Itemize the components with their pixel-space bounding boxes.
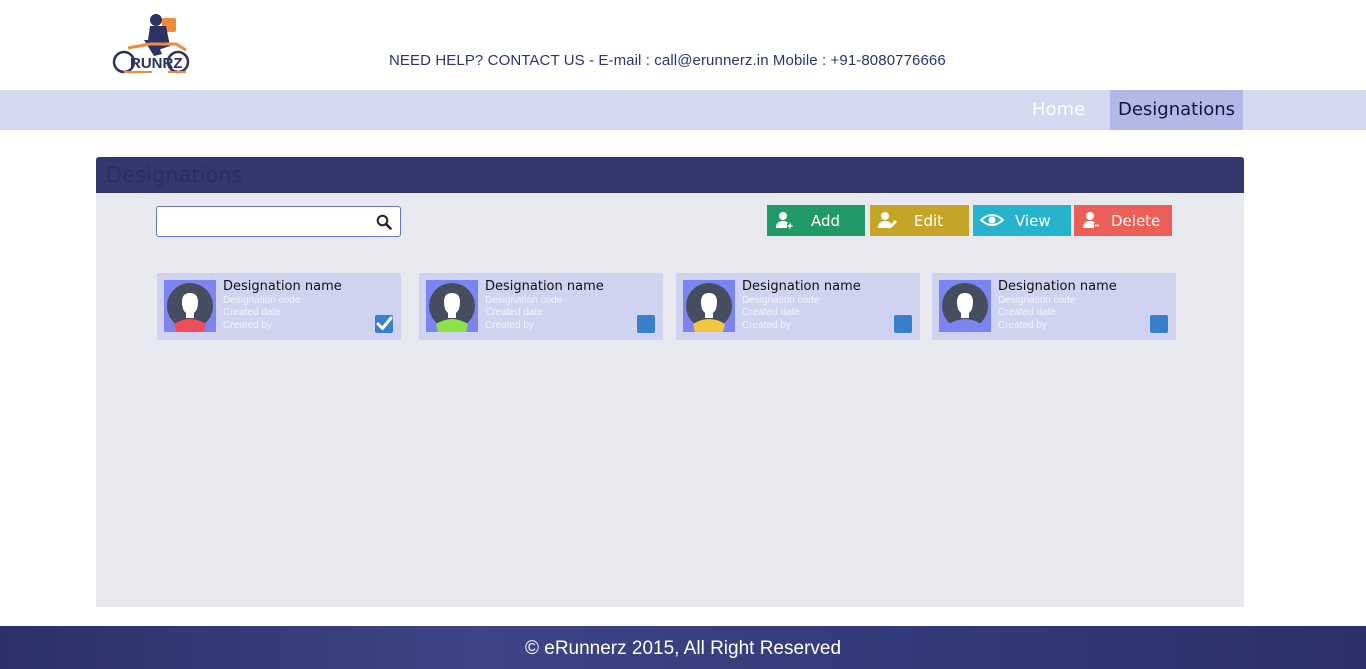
- search-icon[interactable]: [376, 214, 392, 230]
- main-nav: Home Designations: [0, 90, 1366, 130]
- card-code: Designation code: [223, 295, 301, 306]
- designations-panel: Designations Add Edit View Delete Design…: [96, 157, 1244, 607]
- card-name: Designation name: [223, 279, 342, 294]
- eye-icon: [980, 214, 1004, 226]
- panel-title: Designations: [106, 163, 243, 187]
- designation-card[interactable]: Designation name Designation code Create…: [157, 273, 401, 340]
- delete-button[interactable]: Delete: [1074, 205, 1172, 236]
- card-code: Designation code: [485, 295, 563, 306]
- card-checkbox[interactable]: [375, 315, 393, 333]
- edit-button-label: Edit: [914, 212, 944, 230]
- card-created-date: Created date: [223, 307, 281, 318]
- card-created-date: Created date: [998, 307, 1056, 318]
- erunnerz-logo[interactable]: RUNRZ: [110, 10, 210, 76]
- help-contact-text: NEED HELP? CONTACT US - E-mail : call@er…: [389, 52, 946, 69]
- delete-button-label: Delete: [1111, 212, 1161, 230]
- panel-header: Designations: [96, 157, 1244, 193]
- card-name: Designation name: [485, 279, 604, 294]
- avatar: [939, 280, 991, 332]
- view-button-label: View: [1015, 212, 1051, 230]
- search-input[interactable]: [163, 211, 363, 233]
- edit-user-icon: [878, 212, 897, 229]
- logo-text: RUNRZ: [130, 55, 183, 72]
- card-created-by: Created by: [223, 320, 272, 331]
- search-box: [156, 206, 401, 237]
- designation-card[interactable]: Designation name Designation code Create…: [932, 273, 1176, 340]
- avatar: [683, 280, 735, 332]
- avatar: [164, 280, 216, 332]
- avatar: [426, 280, 478, 332]
- designation-card[interactable]: Designation name Designation code Create…: [419, 273, 663, 340]
- add-user-icon: [776, 212, 793, 229]
- card-created-date: Created date: [742, 307, 800, 318]
- delete-user-icon: [1083, 212, 1100, 229]
- user-avatar-icon: [686, 283, 732, 332]
- user-avatar-icon: [429, 283, 475, 332]
- card-created-date: Created date: [485, 307, 543, 318]
- view-button[interactable]: View: [973, 205, 1071, 236]
- edit-button[interactable]: Edit: [870, 205, 969, 236]
- card-checkbox[interactable]: [1150, 315, 1168, 333]
- card-code: Designation code: [998, 295, 1076, 306]
- card-created-by: Created by: [998, 320, 1047, 331]
- add-button-label: Add: [811, 212, 841, 230]
- nav-item-home[interactable]: Home: [1007, 90, 1110, 130]
- card-code: Designation code: [742, 295, 820, 306]
- top-header: RUNRZ NEED HELP? CONTACT US - E-mail : c…: [0, 0, 1366, 90]
- card-checkbox[interactable]: [894, 315, 912, 333]
- nav-item-designations[interactable]: Designations: [1110, 90, 1243, 130]
- card-name: Designation name: [998, 279, 1117, 294]
- card-created-by: Created by: [485, 320, 534, 331]
- designation-card[interactable]: Designation name Designation code Create…: [676, 273, 920, 340]
- card-created-by: Created by: [742, 320, 791, 331]
- checkmark-icon: [376, 316, 393, 330]
- card-name: Designation name: [742, 279, 861, 294]
- add-button[interactable]: Add: [767, 205, 865, 236]
- user-avatar-icon: [942, 283, 988, 332]
- user-avatar-icon: [167, 283, 213, 332]
- footer-copyright: © eRunnerz 2015, All Right Reserved: [524, 638, 842, 659]
- footer: © eRunnerz 2015, All Right Reserved: [0, 626, 1366, 669]
- card-checkbox[interactable]: [637, 315, 655, 333]
